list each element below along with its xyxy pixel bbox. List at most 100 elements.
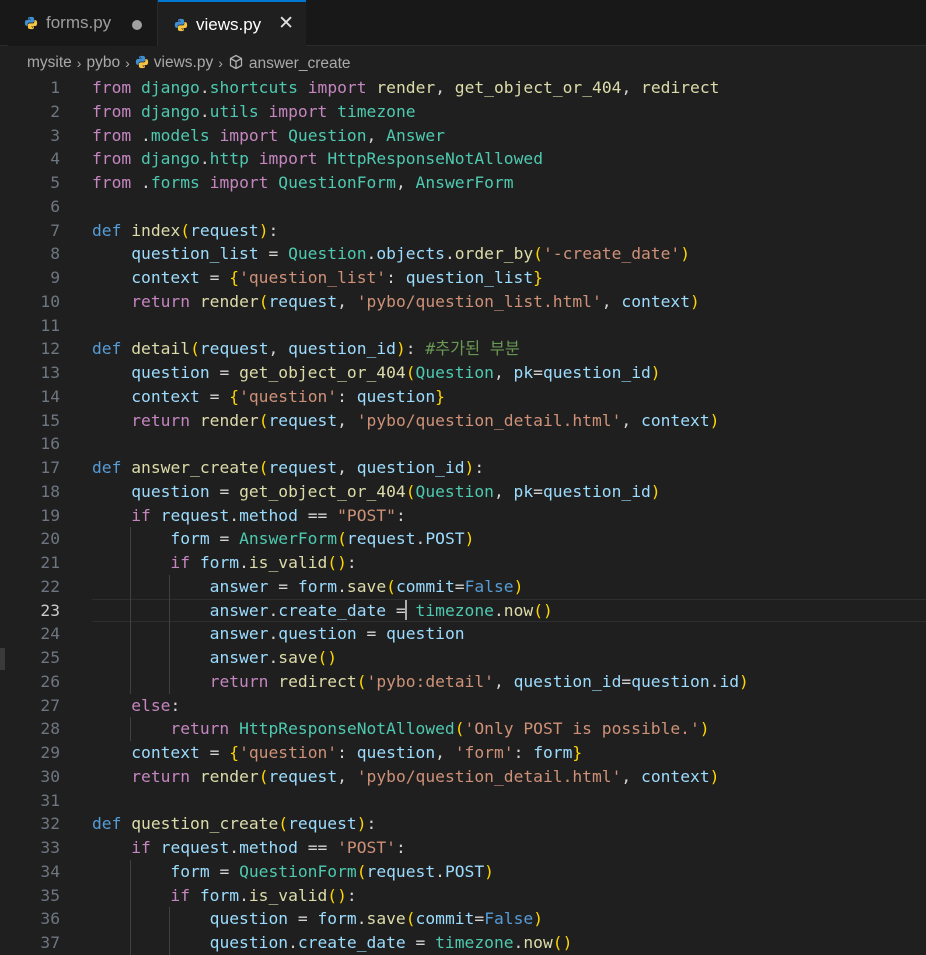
code-line[interactable]: 13 question = get_object_or_404(Question…	[0, 361, 926, 385]
code-line[interactable]: 21 if form.is_valid():	[0, 551, 926, 575]
breadcrumb: mysite › pybo › views.py › answer_create	[0, 50, 926, 76]
unsaved-dot-icon[interactable]	[132, 20, 142, 30]
code-line[interactable]: 20 form = AnswerForm(request.POST)	[0, 527, 926, 551]
code-line[interactable]: 1 from django.shortcuts import render, ge…	[0, 76, 926, 100]
code-token: save	[278, 648, 318, 667]
code-line[interactable]: 3 from .models import Question, Answer	[0, 124, 926, 148]
close-icon[interactable]: ✕	[278, 13, 294, 35]
code-line[interactable]: 22 answer = form.save(commit=False)	[0, 574, 926, 599]
code-token: {	[229, 268, 240, 287]
code-line[interactable]: 5 from .forms import QuestionForm, Answer…	[0, 171, 926, 195]
code-token: Question	[288, 125, 367, 145]
code-line[interactable]: 10 return render(request, 'pybo/question…	[0, 290, 926, 314]
code-line[interactable]: 32 def question_create(request):	[0, 812, 926, 836]
code-token: (	[258, 291, 269, 311]
code-line[interactable]: 8 question_list = Question.objects.order…	[0, 242, 926, 266]
code-line[interactable]: 9 context = {'question_list': question_l…	[0, 266, 926, 290]
code-token: form	[317, 909, 357, 929]
code-line[interactable]: 34 form = QuestionForm(request.POST)	[0, 859, 926, 884]
line-number: 20	[40, 529, 60, 549]
code-line[interactable]: 25 answer.save()	[0, 646, 926, 670]
breadcrumb-item-answer-create[interactable]: answer_create	[228, 54, 351, 73]
line-number: 8	[50, 244, 60, 264]
code-token: 'pybo/question_detail.html'	[356, 410, 622, 430]
code-token: ,	[337, 766, 357, 786]
code-line[interactable]: 16	[0, 432, 926, 456]
code-token: )	[690, 291, 700, 311]
code-token: commit	[415, 909, 475, 929]
code-token: request	[366, 861, 436, 881]
code-token: )	[513, 576, 524, 596]
code-line[interactable]: 11	[0, 314, 926, 338]
code-line[interactable]: 12 def detail(request, question_id): #추가된…	[0, 337, 926, 361]
code-token: (	[278, 814, 289, 834]
code-token: now	[503, 600, 534, 620]
code-line[interactable]: 28 return HttpResponseNotAllowed('Only P…	[0, 717, 926, 741]
code-token: models	[150, 125, 210, 145]
code-line[interactable]: 4 from django.http import HttpResponseNot…	[0, 147, 926, 171]
code-token: request	[190, 220, 259, 240]
code-line[interactable]: 37 question.create_date = timezone.now()	[0, 931, 926, 955]
code-line[interactable]: 33 if request.method == 'POST':	[0, 836, 926, 860]
code-line[interactable]: 17 def answer_create(request, question_id…	[0, 456, 926, 480]
code-line[interactable]: 23 answer.create_date = timezone.now()	[0, 598, 926, 623]
code-token: =	[621, 671, 632, 691]
code-token: 'Only POST is possible.'	[464, 719, 700, 739]
code-line[interactable]: 24 answer.question = question	[0, 622, 926, 646]
tab-views-py[interactable]: views.py ✕	[158, 0, 306, 47]
line-number: 16	[40, 434, 60, 454]
code-line[interactable]: 27 else:	[0, 694, 926, 718]
code-line[interactable]: 18 question = get_object_or_404(Question…	[0, 480, 926, 504]
code-text: return render(request, 'pybo/question_de…	[92, 409, 719, 433]
breadcrumb-item-views-py[interactable]: views.py	[135, 54, 213, 72]
code-line[interactable]: 35 if form.is_valid():	[0, 883, 926, 908]
code-line[interactable]: 19 if request.method == "POST":	[0, 504, 926, 528]
code-token: HttpResponseNotAllowed	[327, 149, 543, 169]
code-token: if	[170, 885, 191, 905]
code-line[interactable]: 14 context = {'question': question}	[0, 385, 926, 409]
code-line[interactable]: 26 return redirect('pybo:detail', questi…	[0, 669, 926, 694]
code-token: .	[268, 648, 279, 667]
code-token: request	[346, 529, 416, 549]
breadcrumb-item-mysite[interactable]: mysite	[27, 54, 72, 72]
code-line[interactable]: 36 question = form.save(commit=False)	[0, 907, 926, 931]
code-editor[interactable]: 1 from django.shortcuts import render, ge…	[0, 76, 926, 955]
code-token: def	[92, 458, 122, 477]
code-line[interactable]: 31	[0, 789, 926, 813]
code-line[interactable]: 29 context = {'question': question, 'for…	[0, 741, 926, 765]
code-text: answer = form.save(commit=False)	[92, 575, 524, 599]
code-line[interactable]: 6	[0, 195, 926, 219]
code-token: POST	[444, 861, 485, 881]
code-token: method	[239, 505, 298, 525]
code-line[interactable]: 30 return render(request, 'pybo/question…	[0, 765, 926, 789]
code-token: Answer	[386, 125, 445, 145]
code-token: question_create	[131, 814, 279, 834]
tab-forms-py[interactable]: forms.py	[8, 0, 158, 46]
code-token: .	[131, 173, 151, 192]
code-line[interactable]: 7 def index(request):	[0, 219, 926, 243]
code-token: :	[346, 553, 357, 572]
code-token: answer	[209, 576, 269, 596]
code-line[interactable]: 15 return render(request, 'pybo/question…	[0, 409, 926, 433]
code-token: (	[405, 481, 416, 501]
code-token: .	[229, 838, 240, 857]
chevron-right-icon: ›	[125, 55, 130, 71]
code-line[interactable]: 2 from django.utils import timezone	[0, 100, 926, 124]
code-token: (	[386, 576, 396, 596]
line-number: 30	[40, 766, 60, 786]
code-token: forms	[150, 173, 200, 192]
code-token: ()	[327, 885, 347, 905]
code-token: is_valid	[248, 553, 328, 572]
breadcrumb-item-pybo[interactable]: pybo	[86, 54, 120, 72]
